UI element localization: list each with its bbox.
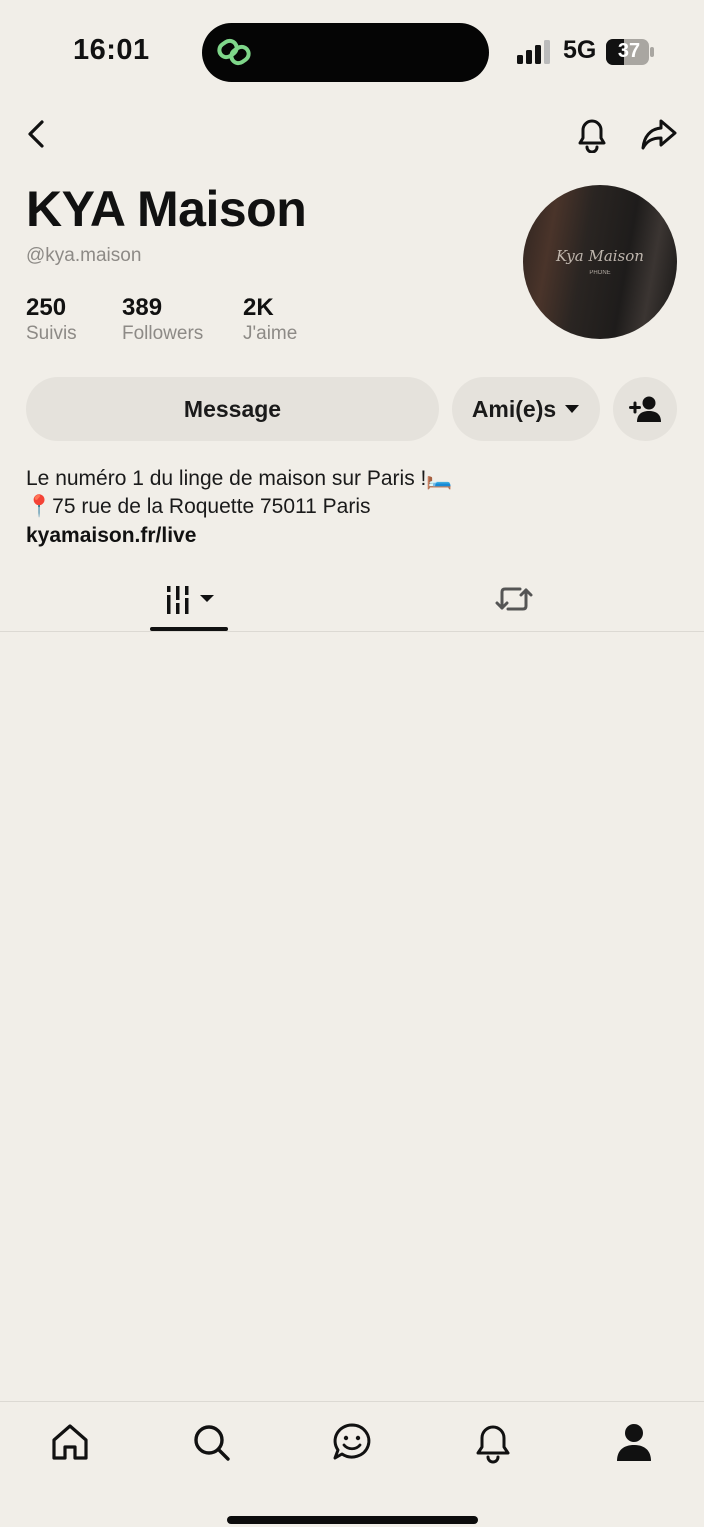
message-button-label: Message <box>183 395 282 422</box>
add-friend-button[interactable] <box>613 377 677 441</box>
posts-grid-icon <box>167 586 214 614</box>
avatar-logo-text: Kya Maison <box>556 247 644 265</box>
stat-likes-count: 2K <box>243 294 274 321</box>
network-type: 5G <box>563 36 597 64</box>
friends-button-label: Ami(e)s <box>471 395 557 422</box>
home-icon[interactable] <box>48 1420 92 1464</box>
bio-line-2: 📍75 rue de la Roquette 75011 Paris <box>26 495 371 518</box>
bio-link[interactable]: kyamaison.fr/live <box>26 524 196 548</box>
stat-followers-label[interactable]: Followers <box>122 323 203 345</box>
bio-line-1: Le numéro 1 du linge de maison sur Paris… <box>26 467 453 490</box>
stat-following-label[interactable]: Suivis <box>26 323 77 345</box>
back-arrow-icon[interactable] <box>22 118 54 150</box>
bottom-nav-divider <box>0 1401 704 1402</box>
add-user-icon <box>629 396 661 422</box>
search-icon[interactable] <box>189 1420 233 1464</box>
caret-down-icon <box>565 405 580 413</box>
messages-icon[interactable] <box>330 1420 374 1464</box>
tab-posts[interactable] <box>150 575 228 631</box>
profile-handle: @kya.maison <box>26 245 142 266</box>
home-indicator <box>227 1516 478 1524</box>
friends-dropdown-button[interactable]: Ami(e)s <box>452 377 600 441</box>
profile-icon[interactable] <box>612 1420 656 1464</box>
battery-level: 37 <box>617 40 641 62</box>
repost-icon[interactable] <box>494 580 534 618</box>
share-icon[interactable] <box>639 115 679 153</box>
link-activity-icon <box>217 38 251 66</box>
bell-icon[interactable] <box>574 115 610 153</box>
stat-followers-count[interactable]: 389 <box>122 294 162 322</box>
cellular-signal-icon <box>517 40 550 64</box>
status-time: 16:01 <box>73 34 150 66</box>
avatar-logo-subtext: PHONE <box>589 270 611 276</box>
tabs-divider <box>0 631 704 632</box>
message-button[interactable]: Message <box>26 377 439 441</box>
stat-likes-label: J'aime <box>243 323 298 344</box>
notifications-icon[interactable] <box>471 1420 515 1464</box>
avatar[interactable]: Kya Maison PHONE <box>523 185 677 339</box>
stat-following-count[interactable]: 250 <box>26 294 66 322</box>
profile-name: KYA Maison <box>26 181 307 237</box>
